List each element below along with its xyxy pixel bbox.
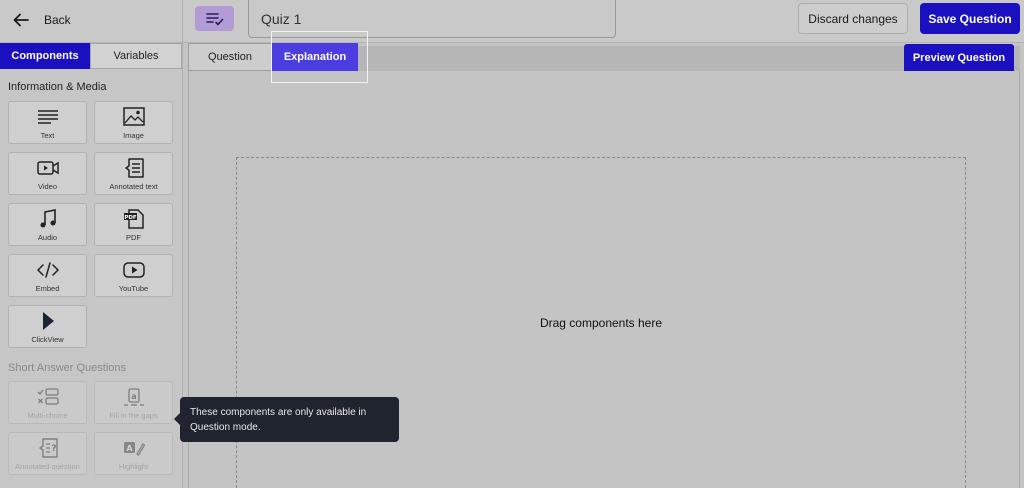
sidebar-tabs: Components Variables [0,43,182,69]
multi-choice-icon [37,387,59,405]
annotated-question-icon: ? [38,437,58,458]
svg-text:?: ? [51,444,56,454]
component-label: Embed [35,284,60,293]
back-button[interactable]: Back [12,8,71,32]
content-tabs: Question Explanation [188,43,358,71]
component-audio[interactable]: Audio [8,203,87,246]
short-answer-grid: Multi-choice a Fill in the gaps ? Annota… [0,381,182,475]
tab-question[interactable]: Question [188,43,272,71]
tab-variables[interactable]: Variables [90,43,182,69]
component-label: Multi-choice [27,411,68,420]
svg-text:A: A [126,444,133,453]
divider [182,0,183,43]
component-embed[interactable]: Embed [8,254,87,297]
component-label: PDF [126,233,141,242]
save-question-button[interactable]: Save Question [920,3,1020,34]
section-title-short-answer: Short Answer Questions [8,362,127,374]
embed-icon [36,261,59,278]
component-text[interactable]: Text [8,101,87,144]
fill-in-gaps-icon: a [123,387,144,406]
highlight-icon: A [123,441,145,456]
component-fill-in-gaps: a Fill in the gaps [94,381,173,424]
component-image[interactable]: Image [94,101,173,144]
tooltip: These components are only available in Q… [180,397,399,442]
text-icon [37,109,58,124]
component-highlight: A Highlight [94,432,173,475]
component-label: Highlight [118,462,149,471]
component-multi-choice: Multi-choice [8,381,87,424]
component-pdf[interactable]: PDF PDF [94,203,173,246]
clickview-icon [42,311,54,330]
discard-changes-button[interactable]: Discard changes [798,3,908,34]
component-clickview[interactable]: ClickView [8,305,87,348]
component-annotated-question: ? Annotated question [8,432,87,475]
component-label: Audio [37,233,58,242]
components-sidebar: Components Variables Information & Media… [0,43,183,488]
component-annotated-text[interactable]: Annotated text [94,152,173,195]
preview-question-button[interactable]: Preview Question [904,44,1014,71]
question-settings-button[interactable] [195,6,234,31]
component-video[interactable]: Video [8,152,87,195]
youtube-icon [122,261,145,278]
component-label: Text [40,131,55,140]
component-label: Annotated question [15,462,80,471]
dropzone-text: Drag components here [539,316,663,330]
video-icon [36,160,59,175]
svg-text:a: a [131,392,136,401]
quiz-title-input[interactable] [248,0,616,38]
svg-text:PDF: PDF [124,214,137,220]
audio-icon [40,208,56,227]
component-label: YouTube [118,284,149,293]
section-title-information-media: Information & Media [8,81,107,93]
image-icon [122,106,145,126]
pdf-icon: PDF [123,208,144,229]
list-check-icon [205,12,223,25]
annotated-text-icon [124,157,144,178]
information-media-grid: Text Image Video Annotated text Audio PD… [0,101,182,348]
back-label: Back [44,13,71,27]
component-label: ClickView [31,335,64,344]
component-label: Fill in the gaps [109,411,158,420]
tab-components[interactable]: Components [0,43,90,69]
arrow-left-icon [13,13,29,27]
component-label: Image [123,131,144,140]
component-label: Video [37,182,58,191]
component-label: Annotated text [109,182,158,191]
component-youtube[interactable]: YouTube [94,254,173,297]
tab-explanation[interactable]: Explanation [272,43,358,71]
top-bar: Back Discard changes Save Question [0,0,1024,43]
